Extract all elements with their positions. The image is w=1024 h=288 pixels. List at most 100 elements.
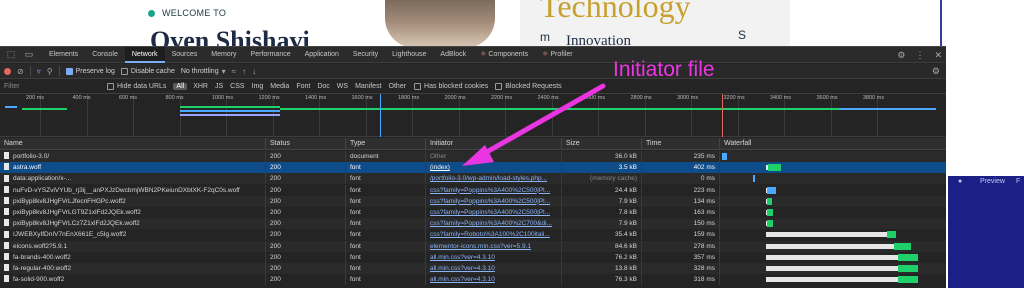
blocked-requests-box[interactable] [495, 82, 503, 90]
cell-size-text: 3.5 kB [618, 164, 637, 172]
overview-tick-label: 1800 ms [398, 95, 420, 101]
filter-type-media[interactable]: Media [269, 83, 290, 90]
filter-type-img[interactable]: Img [251, 83, 265, 90]
tab-elements[interactable]: Elements [42, 47, 85, 63]
disable-cache-checkbox-box[interactable] [120, 67, 128, 75]
filter-icon[interactable]: ▿ [37, 67, 41, 76]
filter-type-doc[interactable]: Doc [316, 83, 330, 90]
filter-type-ws[interactable]: WS [336, 83, 349, 90]
cell-initiator[interactable]: css?family=Poppins%3A400%2C700&di... [426, 218, 562, 230]
table-row[interactable]: data:application/x-... 200 font/portfolio-… [0, 173, 946, 185]
tab-adblock[interactable]: AdBlock [433, 47, 473, 63]
devtools-tabs: Elements Console Network Sources Memory Perfo… [42, 46, 580, 63]
hide-data-urls-checkbox[interactable]: Hide data URLs [107, 82, 166, 90]
cell-time: 134 ms [642, 195, 720, 207]
has-blocked-cookies-checkbox[interactable]: Has blocked cookies [414, 82, 488, 90]
preserve-log-checkbox[interactable]: Preserve log [65, 67, 115, 75]
tab-lighthouse[interactable]: Lighthouse [385, 47, 433, 63]
filter-type-other[interactable]: Other [388, 83, 408, 90]
filter-type-manifest[interactable]: Manifest [354, 83, 382, 90]
cell-initiator[interactable]: css?family=Poppins%3A400%2C500|Pl... [426, 184, 562, 196]
cell-initiator[interactable]: elementor-icons.min.css?ver=5.9.1 [426, 240, 562, 252]
clear-icon[interactable]: ⊘ [17, 67, 24, 76]
tab-profiler[interactable]: ⚛ Profiler [535, 47, 579, 63]
column-header-type[interactable]: Type [346, 138, 426, 150]
cell-initiator[interactable]: (index) [426, 162, 562, 174]
table-row[interactable]: fa-regular-400.woff2 200 font all.min.css?v… [0, 263, 946, 274]
cell-status-text: 200 [270, 231, 281, 239]
cell-initiator[interactable]: all.min.css?ver=4.3.10 [426, 251, 562, 263]
table-row[interactable]: IJWEBXyIfDnIV7nEnX661E_c5Ig.woff2 200 font… [0, 229, 946, 241]
cell-name-text: fa-solid-900.woff2 [13, 276, 65, 284]
cell-size: 7.8 kB [562, 207, 642, 218]
network-settings-gear-icon[interactable]: ⚙ [932, 66, 940, 77]
search-icon[interactable]: ⚲ [47, 67, 53, 76]
cell-initiator-text: all.min.css?ver=4.3.10 [430, 276, 495, 284]
tab-network[interactable]: Network [124, 46, 165, 63]
filter-type-font[interactable]: Font [295, 83, 311, 90]
inspect-element-icon[interactable]: ⬚ [4, 48, 18, 62]
table-row[interactable]: nuFvD-vYSZviVYUb_rj3ij__anPXJzDwcbmjWBN2… [0, 184, 946, 196]
has-blocked-cookies-box[interactable] [414, 82, 422, 90]
tab-console[interactable]: Console [85, 47, 125, 63]
record-button-icon[interactable] [4, 67, 11, 75]
preview-menu-label[interactable]: Preview [980, 178, 1005, 185]
cell-initiator[interactable]: all.min.css?ver=4.3.10 [426, 274, 562, 286]
tab-label: AdBlock [440, 50, 467, 58]
table-row[interactable]: pxiByp8kv8JHgFVrLJfecnFHGPc.woff2 200 font… [0, 195, 946, 207]
tab-components[interactable]: ⚛ Components [473, 47, 535, 63]
network-overview-timeline[interactable]: 200 ms 400 ms 600 ms 800 ms 1000 ms 1200 ms 14… [0, 94, 946, 137]
overview-tick-label: 400 ms [72, 95, 91, 101]
cell-initiator[interactable]: /portfolio-3.0/wp-admin/load-styles.php.… [426, 173, 562, 185]
cell-initiator[interactable]: css?family=Poppins%3A400%2C500|Pl... [426, 207, 562, 218]
tab-application[interactable]: Application [298, 47, 346, 63]
column-header-name[interactable]: Name [0, 138, 266, 150]
filter-type-all[interactable]: All [173, 82, 188, 90]
cell-name: eicons.woff2?5.9.1 [0, 240, 266, 252]
column-header-status[interactable]: Status [266, 138, 346, 150]
blocked-requests-checkbox[interactable]: Blocked Requests [495, 82, 562, 90]
cell-initiator[interactable]: css?family=Poppins%3A400%2C500|Pl... [426, 195, 562, 207]
network-conditions-icon[interactable]: ≈ [232, 67, 236, 76]
cell-status-text: 200 [270, 242, 281, 250]
tab-sources[interactable]: Sources [165, 47, 205, 63]
preview-menu-trailing[interactable]: F [1016, 178, 1020, 185]
table-row[interactable]: eicons.woff2?5.9.1 200 font elementor-icons… [0, 240, 946, 252]
column-header-initiator[interactable]: Initiator [426, 138, 562, 150]
overview-bar [180, 110, 280, 112]
more-options-icon[interactable]: ⋮ [915, 50, 924, 61]
tab-label: Performance [250, 50, 291, 58]
settings-gear-icon[interactable]: ⚙ [897, 50, 905, 61]
disable-cache-checkbox[interactable]: Disable cache [120, 67, 175, 75]
cell-initiator[interactable]: all.min.css?ver=4.3.10 [426, 263, 562, 274]
import-har-icon[interactable]: ↑ [242, 67, 246, 76]
export-har-icon[interactable]: ↓ [252, 67, 256, 76]
preserve-log-checkbox-box[interactable] [65, 67, 73, 75]
cell-initiator[interactable]: css?family=Roboto%3A100%2C100itali... [426, 229, 562, 241]
hide-data-urls-box[interactable] [107, 82, 114, 90]
column-header-waterfall[interactable]: Waterfall [720, 138, 946, 150]
close-devtools-icon[interactable]: ✕ [934, 50, 942, 61]
table-row[interactable]: pxiByp8kv8JHgFVrLGT9Z1xlFd2JQEk.woff2 200… [0, 207, 946, 218]
annotation-label: Initiator file [613, 58, 715, 81]
filter-type-js[interactable]: JS [214, 83, 224, 90]
table-row[interactable]: fa-brands-400.woff2 200 font all.min.css?ve… [0, 251, 946, 263]
column-header-size[interactable]: Size [562, 138, 642, 150]
tab-label: Memory [211, 50, 237, 58]
filter-type-css[interactable]: CSS [229, 83, 245, 90]
tab-performance[interactable]: Performance [244, 47, 298, 63]
device-toolbar-icon[interactable]: ▭ [22, 48, 36, 62]
filter-input[interactable]: Filter [4, 81, 100, 92]
throttling-select[interactable]: No throttling ▾ [181, 67, 226, 76]
cell-size: 24.4 kB [562, 184, 642, 196]
table-row[interactable]: portfolio-3.0/200 document Other 36.0 kB 235… [0, 151, 946, 162]
tab-memory[interactable]: Memory [204, 47, 243, 63]
cell-time: 150 ms [642, 218, 720, 230]
column-header-time[interactable]: Time [642, 138, 720, 150]
tab-security[interactable]: Security [346, 47, 385, 63]
filter-type-xhr[interactable]: XHR [192, 83, 209, 90]
table-row[interactable]: astra.woff 200 font (index) 3.5 kB 402 ms [0, 162, 946, 174]
table-row[interactable]: fa-solid-900.woff2 200 font all.min.css?ver… [0, 274, 946, 286]
waterfall-download-bar [767, 186, 777, 194]
table-row[interactable]: pxiByp8kv8JHgFVrLCz7Z1xlFd2JQEk.woff2 200… [0, 218, 946, 230]
